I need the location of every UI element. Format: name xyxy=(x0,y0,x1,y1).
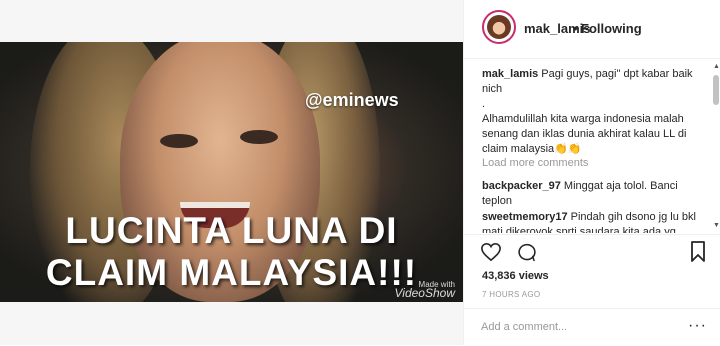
heart-icon[interactable] xyxy=(480,242,502,262)
list-item: sweetmemory17 Pindah gih dsono jg lu bkl … xyxy=(482,210,702,233)
avatar[interactable] xyxy=(482,10,516,44)
post-side-panel: mak_lamis • Following mak_lamis Pagi guys… xyxy=(463,0,720,345)
video-frame-eye xyxy=(160,134,198,148)
post-header: mak_lamis • Following xyxy=(464,0,720,59)
scroll-up-arrow-icon[interactable]: ▲ xyxy=(713,63,720,70)
view-count[interactable]: 43,836 views xyxy=(482,270,549,282)
comment-username[interactable]: sweetmemory17 xyxy=(482,211,568,223)
video-caption-line1: LUCINTA LUNA DI xyxy=(65,210,398,251)
video-frame-eye xyxy=(240,130,278,144)
caption-comment-line: . xyxy=(482,97,702,112)
bookmark-icon[interactable] xyxy=(690,241,706,263)
comments-list: mak_lamis Pagi guys, pagi" dpt kabar baik… xyxy=(464,59,712,233)
following-button[interactable]: Following xyxy=(581,21,642,36)
comment-username[interactable]: backpacker_97 xyxy=(482,180,561,192)
avatar-image xyxy=(487,15,511,39)
comment-icon[interactable] xyxy=(516,242,538,263)
post-timestamp[interactable]: 7 HOURS AGO xyxy=(482,290,540,299)
scrollbar-thumb[interactable] xyxy=(713,75,719,105)
comment-text: . xyxy=(482,98,486,110)
list-item: backpacker_97 Minggat aja tolol. Banci te… xyxy=(482,179,702,209)
madewith-brand: VideoShow xyxy=(394,286,456,300)
scroll-down-arrow-icon[interactable]: ▼ xyxy=(713,222,720,229)
video-watermark: @eminews xyxy=(305,90,399,110)
comment-text: Alhamdulillah kita warga indonesia malah… xyxy=(482,113,687,155)
more-options-icon[interactable]: ··· xyxy=(688,317,707,335)
video-player[interactable]: @eminews LUCINTA LUNA DI CLAIM MALAYSIA!… xyxy=(0,42,463,302)
post-actions xyxy=(464,234,720,265)
add-comment-input[interactable]: Add a comment... xyxy=(481,321,567,333)
load-more-comments[interactable]: Load more comments xyxy=(482,157,588,169)
add-comment-bar: Add a comment... ··· xyxy=(464,308,720,346)
separator-dot: • xyxy=(573,21,578,36)
caption-comment-line: Alhamdulillah kita warga indonesia malah… xyxy=(482,112,702,157)
caption-comment: mak_lamis Pagi guys, pagi" dpt kabar baik… xyxy=(482,67,702,97)
comment-username[interactable]: mak_lamis xyxy=(482,68,538,80)
post-media: @eminews LUCINTA LUNA DI CLAIM MALAYSIA!… xyxy=(0,0,463,345)
videoshow-watermark: Made with VideoShow xyxy=(394,280,456,300)
